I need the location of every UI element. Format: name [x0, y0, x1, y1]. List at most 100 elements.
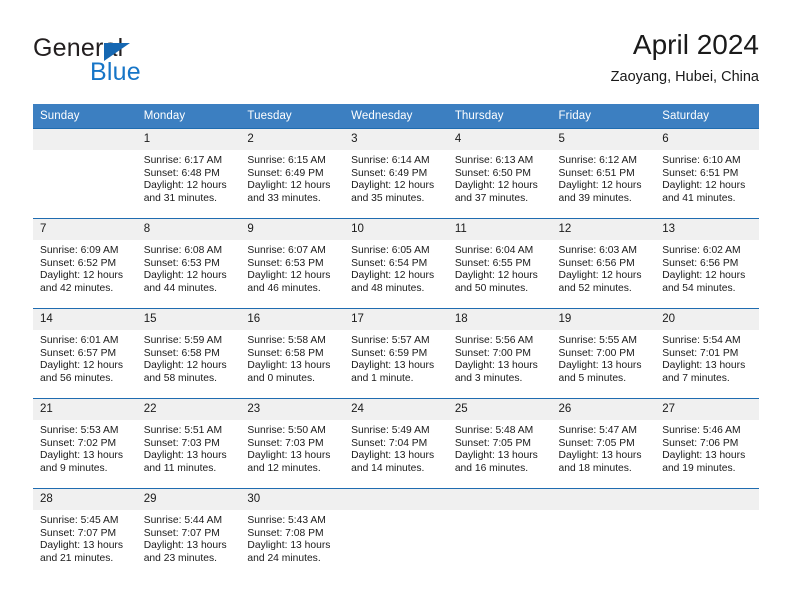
- daylight-duration-line1: Daylight: 12 hours: [662, 270, 746, 282]
- calendar-day-cell[interactable]: 29 Sunrise: 5:44 AM Sunset: 7:07 PM Dayligh…: [136, 488, 241, 578]
- daylight-duration-line1: Daylight: 13 hours: [662, 360, 746, 372]
- day-number: 7: [33, 219, 137, 240]
- day-cell-inner: 15 Sunrise: 5:59 AM Sunset: 6:58 PM Dayligh…: [136, 309, 241, 398]
- calendar-day-cell[interactable]: 19 Sunrise: 5:55 AM Sunset: 7:00 PM Dayligh…: [551, 308, 656, 399]
- day-number: [447, 489, 552, 510]
- sunrise-time: Sunrise: 6:13 AM: [454, 155, 534, 166]
- general-blue-logo[interactable]: General Blue: [33, 34, 233, 90]
- calendar-day-cell[interactable]: 7 Sunrise: 6:09 AM Sunset: 6:52 PM Daylight…: [33, 218, 137, 309]
- calendar-day-cell[interactable]: 12 Sunrise: 6:03 AM Sunset: 6:56 PM Dayligh…: [551, 218, 656, 309]
- sunset-time: Sunset: 6:54 PM: [351, 257, 428, 269]
- calendar-empty-cell: [447, 488, 552, 578]
- day-details: Sunrise: 5:55 AM Sunset: 7:00 PM Daylight:…: [552, 330, 656, 385]
- weekday-header-saturday: Saturday: [655, 104, 759, 129]
- sunrise-time: Sunrise: 6:01 AM: [40, 335, 119, 346]
- day-cell-inner: [447, 489, 552, 578]
- day-number: [33, 129, 137, 150]
- calendar-day-cell[interactable]: 1 Sunrise: 6:17 AM Sunset: 6:48 PM Daylight…: [136, 128, 241, 219]
- daylight-duration-line2: and 54 minutes.: [662, 282, 736, 294]
- sunrise-time: Sunrise: 5:51 AM: [143, 425, 223, 436]
- calendar-day-cell[interactable]: 6 Sunrise: 6:10 AM Sunset: 6:51 PM Daylight…: [655, 128, 759, 219]
- calendar-day-cell[interactable]: 4 Sunrise: 6:13 AM Sunset: 6:50 PM Daylight…: [447, 128, 552, 219]
- daylight-duration-line1: Daylight: 12 hours: [247, 270, 331, 282]
- sunset-time: Sunset: 6:56 PM: [558, 257, 635, 269]
- sunrise-time: Sunrise: 6:10 AM: [662, 155, 741, 166]
- day-details: Sunrise: 6:04 AM Sunset: 6:55 PM Daylight:…: [448, 240, 552, 295]
- calendar-day-cell[interactable]: 26 Sunrise: 5:47 AM Sunset: 7:05 PM Dayligh…: [551, 398, 656, 489]
- sunset-time: Sunset: 6:59 PM: [351, 347, 428, 359]
- calendar-day-cell[interactable]: 11 Sunrise: 6:04 AM Sunset: 6:55 PM Dayligh…: [447, 218, 552, 309]
- daylight-duration-line1: Daylight: 13 hours: [351, 450, 435, 462]
- calendar-day-cell[interactable]: 22 Sunrise: 5:51 AM Sunset: 7:03 PM Dayligh…: [136, 398, 241, 489]
- sunset-time: Sunset: 6:48 PM: [143, 167, 220, 179]
- page-header: General Blue April 2024 Zaoyang, Hubei, …: [33, 28, 759, 98]
- calendar-day-cell[interactable]: 20 Sunrise: 5:54 AM Sunset: 7:01 PM Dayligh…: [655, 308, 759, 399]
- daylight-duration-line1: Daylight: 12 hours: [454, 270, 538, 282]
- day-number: 2: [240, 129, 345, 150]
- calendar-day-cell[interactable]: 5 Sunrise: 6:12 AM Sunset: 6:51 PM Daylight…: [551, 128, 656, 219]
- daylight-duration-line2: and 19 minutes.: [662, 462, 736, 474]
- sunset-time: Sunset: 7:03 PM: [247, 437, 324, 449]
- daylight-duration-line2: and 23 minutes.: [143, 552, 217, 564]
- calendar-day-cell[interactable]: 27 Sunrise: 5:46 AM Sunset: 7:06 PM Dayligh…: [655, 398, 759, 489]
- day-cell-inner: 12 Sunrise: 6:03 AM Sunset: 6:56 PM Dayligh…: [551, 219, 656, 308]
- day-number: [655, 489, 759, 510]
- day-cell-inner: 30 Sunrise: 5:43 AM Sunset: 7:08 PM Dayligh…: [240, 489, 345, 578]
- weekday-header-row: Sunday Monday Tuesday Wednesday Thursday…: [33, 104, 759, 129]
- calendar-day-cell[interactable]: 3 Sunrise: 6:14 AM Sunset: 6:49 PM Daylight…: [344, 128, 448, 219]
- sunrise-time: Sunrise: 5:46 AM: [662, 425, 741, 436]
- day-number: 29: [136, 489, 241, 510]
- weekday-header-tuesday: Tuesday: [240, 104, 345, 129]
- day-details: Sunrise: 6:07 AM Sunset: 6:53 PM Daylight:…: [240, 240, 344, 295]
- sunrise-time: Sunrise: 5:54 AM: [662, 335, 741, 346]
- day-cell-inner: 27 Sunrise: 5:46 AM Sunset: 7:06 PM Dayligh…: [655, 399, 759, 488]
- calendar-day-cell[interactable]: 15 Sunrise: 5:59 AM Sunset: 6:58 PM Dayligh…: [136, 308, 241, 399]
- calendar-day-cell[interactable]: 8 Sunrise: 6:08 AM Sunset: 6:53 PM Daylight…: [136, 218, 241, 309]
- calendar-day-cell[interactable]: 30 Sunrise: 5:43 AM Sunset: 7:08 PM Dayligh…: [240, 488, 345, 578]
- daylight-duration-line1: Daylight: 13 hours: [247, 360, 331, 372]
- sunrise-time: Sunrise: 5:59 AM: [143, 335, 223, 346]
- daylight-duration-line1: Daylight: 12 hours: [247, 180, 331, 192]
- sunrise-time: Sunrise: 5:43 AM: [247, 515, 326, 526]
- calendar-day-cell[interactable]: 2 Sunrise: 6:15 AM Sunset: 6:49 PM Daylight…: [240, 128, 345, 219]
- calendar-day-cell[interactable]: 9 Sunrise: 6:07 AM Sunset: 6:53 PM Daylight…: [240, 218, 345, 309]
- calendar-day-cell[interactable]: 24 Sunrise: 5:49 AM Sunset: 7:04 PM Dayligh…: [344, 398, 448, 489]
- day-number: 18: [447, 309, 552, 330]
- calendar-day-cell[interactable]: 28 Sunrise: 5:45 AM Sunset: 7:07 PM Dayligh…: [33, 488, 137, 578]
- sunrise-time: Sunrise: 6:02 AM: [662, 245, 741, 256]
- calendar-day-cell[interactable]: 23 Sunrise: 5:50 AM Sunset: 7:03 PM Dayligh…: [240, 398, 345, 489]
- day-number: 22: [136, 399, 241, 420]
- calendar-day-cell[interactable]: 17 Sunrise: 5:57 AM Sunset: 6:59 PM Dayligh…: [344, 308, 448, 399]
- day-details: Sunrise: 6:05 AM Sunset: 6:54 PM Daylight:…: [344, 240, 448, 295]
- logo-text-blue: Blue: [90, 58, 141, 86]
- daylight-duration-line2: and 35 minutes.: [351, 192, 425, 204]
- sunset-time: Sunset: 6:49 PM: [247, 167, 324, 179]
- sunrise-time: Sunrise: 5:47 AM: [558, 425, 637, 436]
- daylight-duration-line1: Daylight: 12 hours: [558, 180, 642, 192]
- daylight-duration-line2: and 18 minutes.: [558, 462, 632, 474]
- day-details: Sunrise: 6:09 AM Sunset: 6:52 PM Daylight:…: [33, 240, 137, 295]
- daylight-duration-line1: Daylight: 12 hours: [143, 360, 227, 372]
- day-number: 28: [33, 489, 137, 510]
- calendar-week-row: 1 Sunrise: 6:17 AM Sunset: 6:48 PM Daylight…: [33, 128, 759, 219]
- day-cell-inner: 3 Sunrise: 6:14 AM Sunset: 6:49 PM Daylight…: [344, 129, 448, 218]
- daylight-duration-line1: Daylight: 12 hours: [558, 270, 642, 282]
- calendar-day-cell[interactable]: 14 Sunrise: 6:01 AM Sunset: 6:57 PM Dayligh…: [33, 308, 137, 399]
- day-details: Sunrise: 5:56 AM Sunset: 7:00 PM Daylight:…: [448, 330, 552, 385]
- day-number: 15: [136, 309, 241, 330]
- daylight-duration-line1: Daylight: 12 hours: [40, 270, 123, 282]
- day-cell-inner: 16 Sunrise: 5:58 AM Sunset: 6:58 PM Dayligh…: [240, 309, 345, 398]
- calendar-day-cell[interactable]: 16 Sunrise: 5:58 AM Sunset: 6:58 PM Dayligh…: [240, 308, 345, 399]
- calendar-day-cell[interactable]: 10 Sunrise: 6:05 AM Sunset: 6:54 PM Dayligh…: [344, 218, 448, 309]
- calendar-day-cell[interactable]: 21 Sunrise: 5:53 AM Sunset: 7:02 PM Dayligh…: [33, 398, 137, 489]
- day-number: 14: [33, 309, 137, 330]
- sunset-time: Sunset: 7:05 PM: [454, 437, 531, 449]
- calendar-day-cell[interactable]: 13 Sunrise: 6:02 AM Sunset: 6:56 PM Dayligh…: [655, 218, 759, 309]
- calendar-day-cell[interactable]: 18 Sunrise: 5:56 AM Sunset: 7:00 PM Dayligh…: [447, 308, 552, 399]
- day-details: Sunrise: 6:14 AM Sunset: 6:49 PM Daylight:…: [344, 150, 448, 205]
- daylight-duration-line2: and 31 minutes.: [143, 192, 217, 204]
- daylight-duration-line1: Daylight: 12 hours: [143, 270, 227, 282]
- calendar-day-cell[interactable]: 25 Sunrise: 5:48 AM Sunset: 7:05 PM Dayligh…: [447, 398, 552, 489]
- day-details: Sunrise: 5:57 AM Sunset: 6:59 PM Daylight:…: [344, 330, 448, 385]
- day-details: Sunrise: 6:08 AM Sunset: 6:53 PM Daylight:…: [137, 240, 241, 295]
